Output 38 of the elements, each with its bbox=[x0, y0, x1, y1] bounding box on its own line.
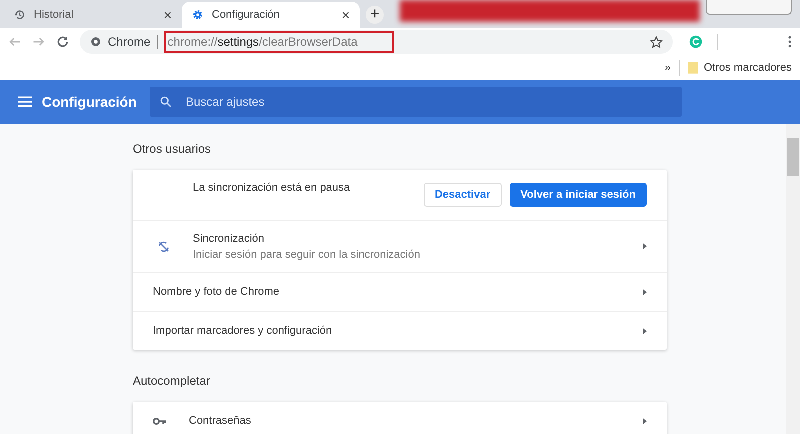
bookmark-folder[interactable]: Otros marcadores bbox=[704, 62, 792, 74]
action-button[interactable]: Desactivar bbox=[424, 183, 502, 207]
site-label: Chrome bbox=[108, 35, 151, 49]
arrow-right-icon[interactable] bbox=[643, 288, 647, 296]
close-tab-button[interactable]: × bbox=[164, 7, 172, 23]
arrow-right-icon[interactable] bbox=[643, 328, 647, 334]
browser-tab[interactable]: Configuración × bbox=[182, 2, 360, 28]
search-field[interactable]: Buscar ajustes bbox=[150, 87, 682, 117]
row-title[interactable]: Nombre y foto de Chrome bbox=[153, 286, 643, 298]
tab-title: Configuración bbox=[212, 9, 281, 21]
close-tab-button[interactable]: × bbox=[342, 7, 350, 23]
new-tab-button[interactable]: + bbox=[366, 6, 384, 24]
sync-paused-icon bbox=[157, 240, 171, 254]
menu-icon[interactable] bbox=[788, 35, 792, 49]
key-icon bbox=[153, 416, 167, 426]
section-title: Autocompletar bbox=[133, 374, 212, 388]
arrow-right-icon[interactable] bbox=[643, 418, 647, 424]
row-subtitle: Iniciar sesión para seguir con la sincronización bbox=[193, 248, 422, 260]
action-button[interactable]: Volver a iniciar sesión bbox=[510, 183, 647, 207]
row-title[interactable]: Sincronización bbox=[193, 232, 643, 244]
gear-icon bbox=[192, 9, 204, 21]
reload-icon[interactable] bbox=[56, 35, 70, 49]
arrow-right-icon[interactable] bbox=[643, 243, 647, 250]
sync-status-text: La sincronización está en pausa bbox=[193, 182, 352, 194]
star-icon[interactable] bbox=[650, 36, 663, 48]
row-title[interactable]: Importar marcadores y configuración bbox=[153, 325, 643, 337]
section-title: Otros usuarios bbox=[133, 142, 212, 156]
menu-icon[interactable] bbox=[18, 96, 32, 108]
chrome-icon bbox=[90, 36, 102, 48]
history-icon bbox=[14, 9, 26, 21]
more-bookmarks-button[interactable]: » bbox=[664, 62, 671, 74]
browser-tab[interactable]: Historial × bbox=[4, 2, 182, 28]
address-bar[interactable]: Chrome chrome://settings/clearBrowserData bbox=[80, 30, 673, 54]
folder-icon bbox=[688, 62, 698, 74]
row-title[interactable]: Contraseñas bbox=[189, 415, 643, 427]
tab-title: Historial bbox=[34, 9, 75, 21]
url-text: chrome://settings/clearBrowserData bbox=[164, 31, 394, 53]
scrollbar[interactable] bbox=[786, 124, 800, 434]
